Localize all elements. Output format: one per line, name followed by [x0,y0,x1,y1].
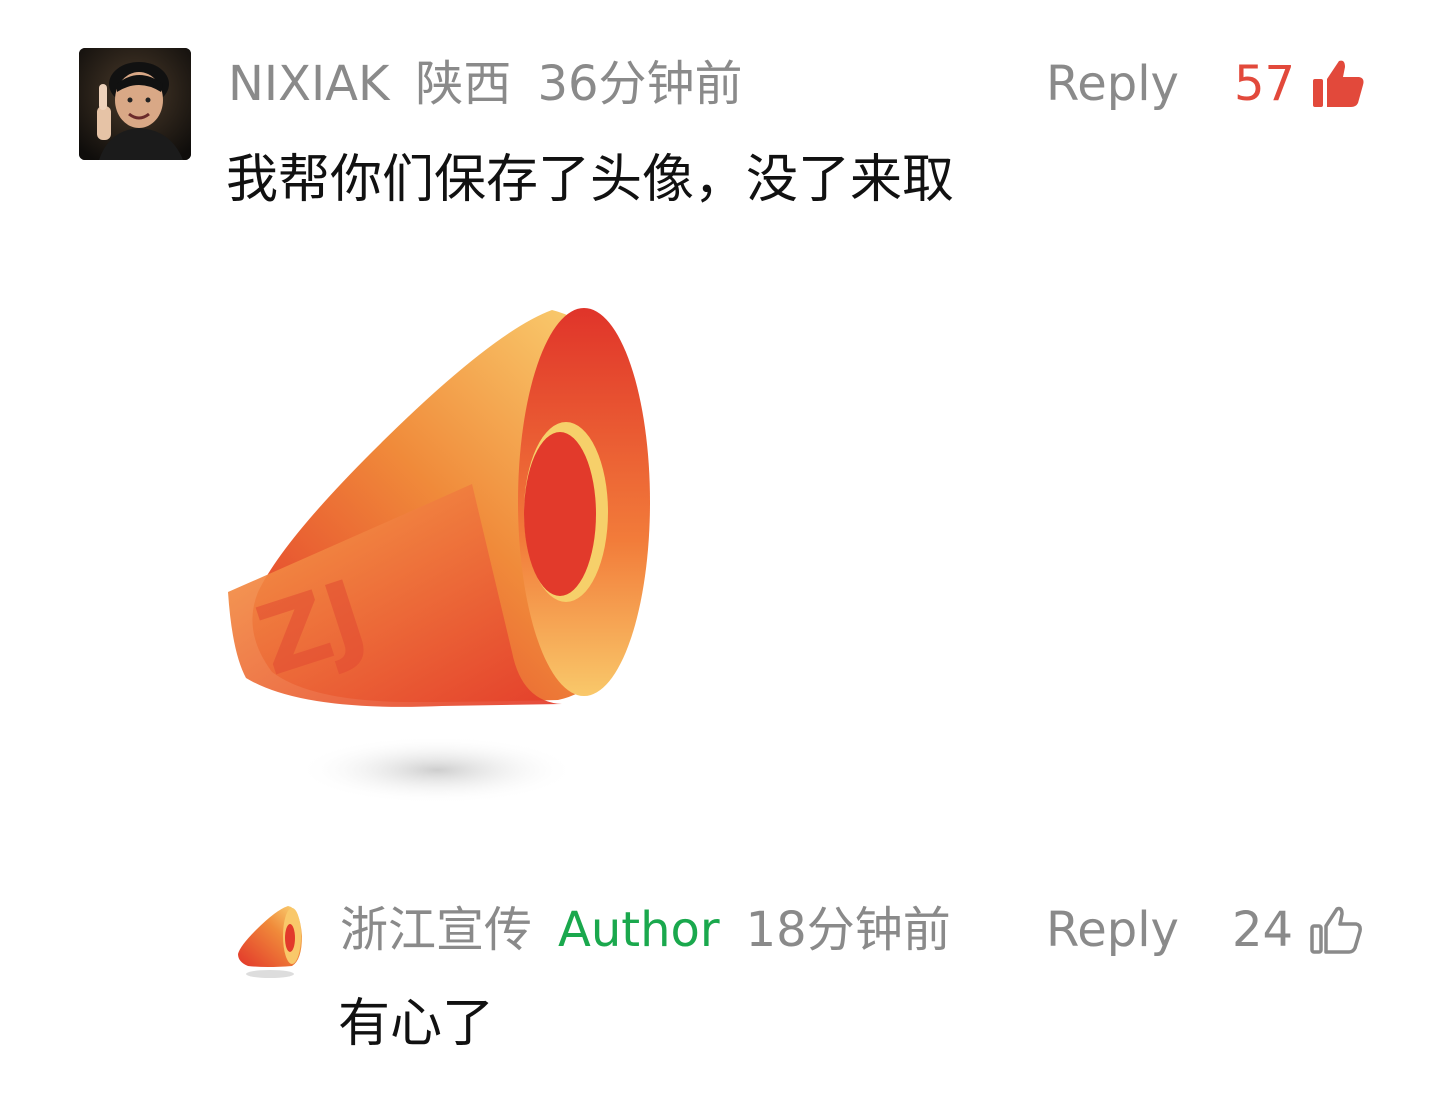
thumbs-up-outline-icon [1309,903,1363,957]
comment-thread: NIXIAK 陕西 36分钟前 Reply 57 我帮你们保存了头像，没了来取 [0,0,1440,1097]
username[interactable]: NIXIAK [228,56,389,112]
username[interactable]: 浙江宣传 [340,902,532,958]
comment-image-megaphone-logo[interactable]: ZJ [222,292,662,832]
timestamp: 36分钟前 [537,56,743,112]
reply-button[interactable]: Reply [1046,56,1179,112]
like-button[interactable]: 57 [1234,56,1365,112]
location: 陕西 [415,56,512,112]
comment-meta: NIXIAK 陕西 36分钟前 [228,56,743,112]
reply-button[interactable]: Reply [1046,902,1179,958]
reply-body: 有心了 [338,994,495,1054]
like-count: 24 [1232,902,1294,958]
like-count: 57 [1234,56,1296,112]
author-avatar[interactable] [236,900,306,980]
reply-meta: 浙江宣传 Author 18分钟前 [340,902,951,958]
user-avatar[interactable] [79,48,191,160]
comment-body: 我帮你们保存了头像，没了来取 [226,150,955,210]
like-button[interactable]: 24 [1232,902,1363,958]
author-badge: Author [558,902,720,958]
timestamp: 18分钟前 [745,902,951,958]
thumbs-up-filled-icon [1311,57,1365,111]
